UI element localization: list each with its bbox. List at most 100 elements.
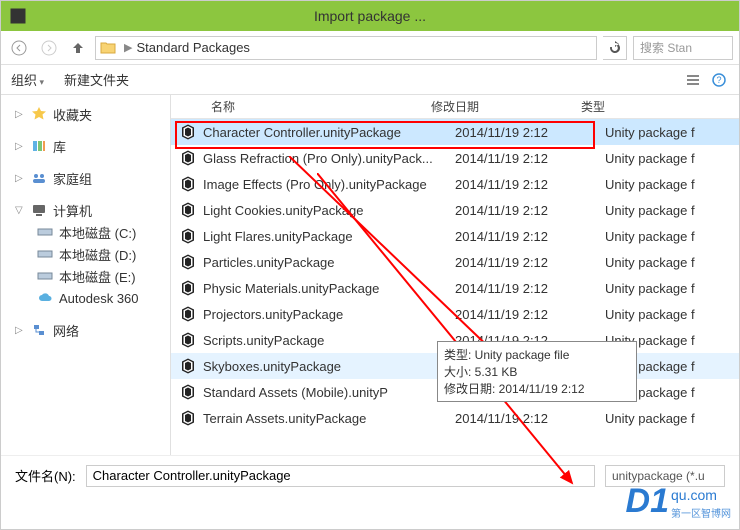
col-type[interactable]: 类型 [581, 98, 739, 115]
unity-package-icon [179, 149, 197, 167]
search-placeholder: 搜索 Stan [640, 39, 692, 56]
filename-label: 文件名(N): [15, 466, 76, 485]
tooltip-line: 修改日期: 2014/11/19 2:12 [444, 380, 630, 397]
unity-package-icon [179, 175, 197, 193]
unity-package-icon [179, 227, 197, 245]
col-name[interactable]: 名称 [171, 98, 431, 115]
new-folder-button[interactable]: 新建文件夹 [64, 70, 129, 89]
drive-label: 本地磁盘 (E:) [59, 267, 136, 286]
drive-icon [37, 268, 53, 284]
file-type: Unity package f [605, 177, 739, 192]
file-row[interactable]: Light Cookies.unityPackage2014/11/19 2:1… [171, 197, 739, 223]
file-row[interactable]: Particles.unityPackage2014/11/19 2:12Uni… [171, 249, 739, 275]
back-button[interactable] [7, 36, 31, 60]
folder-icon [100, 40, 116, 56]
tooltip: 类型: Unity package file 大小: 5.31 KB 修改日期:… [437, 341, 637, 402]
sidebar-favorites[interactable]: ▷ 收藏夹 [1, 103, 170, 125]
filetype-filter[interactable]: unitypackage (*.u [605, 465, 725, 487]
app-icon [9, 7, 27, 25]
file-type: Unity package f [605, 281, 739, 296]
sidebar-drive-c[interactable]: 本地磁盘 (C:) [1, 221, 170, 243]
watermark-cn: 第一区智博网 [671, 505, 731, 520]
drive-label: Autodesk 360 [59, 291, 139, 306]
col-date[interactable]: 修改日期 [431, 98, 581, 115]
refresh-button[interactable] [603, 36, 627, 60]
file-row[interactable]: Image Effects (Pro Only).unityPackage201… [171, 171, 739, 197]
file-row[interactable]: Physic Materials.unityPackage2014/11/19 … [171, 275, 739, 301]
search-input[interactable]: 搜索 Stan [633, 36, 733, 60]
computer-icon [31, 202, 47, 218]
forward-button[interactable] [37, 36, 61, 60]
file-name: Scripts.unityPackage [203, 333, 455, 348]
sidebar-label: 家庭组 [53, 169, 92, 188]
breadcrumb-item[interactable]: Standard Packages [136, 40, 249, 55]
footer: 文件名(N): unitypackage (*.u [1, 455, 739, 495]
window-title: Import package ... [314, 8, 426, 24]
file-row[interactable]: Light Flares.unityPackage2014/11/19 2:12… [171, 223, 739, 249]
chevron-right-icon: ▶ [124, 41, 132, 54]
chevron-icon: ▷ [15, 109, 25, 120]
file-date: 2014/11/19 2:12 [455, 255, 605, 270]
sidebar-drive-d[interactable]: 本地磁盘 (D:) [1, 243, 170, 265]
organize-menu[interactable]: 组织 [11, 70, 44, 89]
file-row[interactable]: Terrain Assets.unityPackage2014/11/19 2:… [171, 405, 739, 431]
file-date: 2014/11/19 2:12 [455, 151, 605, 166]
file-name: Light Cookies.unityPackage [203, 203, 455, 218]
sidebar-homegroup[interactable]: ▷ 家庭组 [1, 167, 170, 189]
sidebar: ▷ 收藏夹 ▷ 库 ▷ 家庭组 [1, 95, 171, 455]
file-type: Unity package f [605, 411, 739, 426]
help-icon[interactable]: ? [709, 72, 729, 88]
sidebar-label: 计算机 [53, 201, 92, 220]
filename-input[interactable] [86, 465, 595, 487]
file-name: Light Flares.unityPackage [203, 229, 455, 244]
chevron-icon: ▷ [15, 141, 25, 152]
sidebar-autodesk360[interactable]: Autodesk 360 [1, 287, 170, 309]
view-options-icon[interactable] [683, 72, 703, 88]
tooltip-line: 类型: Unity package file [444, 346, 630, 363]
up-button[interactable] [67, 37, 89, 59]
file-row[interactable]: Projectors.unityPackage2014/11/19 2:12Un… [171, 301, 739, 327]
file-name: Character Controller.unityPackage [203, 125, 455, 140]
unity-package-icon [179, 253, 197, 271]
filter-text: unitypackage (*.u [612, 469, 705, 483]
file-type: Unity package f [605, 125, 739, 140]
file-date: 2014/11/19 2:12 [455, 281, 605, 296]
unity-package-icon [179, 201, 197, 219]
unity-package-icon [179, 279, 197, 297]
breadcrumb[interactable]: ▶ Standard Packages [95, 36, 597, 60]
file-type: Unity package f [605, 255, 739, 270]
sidebar-drive-e[interactable]: 本地磁盘 (E:) [1, 265, 170, 287]
svg-text:?: ? [716, 75, 721, 85]
sidebar-label: 收藏夹 [53, 105, 92, 124]
file-type: Unity package f [605, 229, 739, 244]
chevron-down-icon: ▽ [15, 205, 25, 216]
toolbar: 组织 新建文件夹 ? [1, 65, 739, 95]
sidebar-label: 库 [53, 137, 66, 156]
drive-label: 本地磁盘 (C:) [59, 223, 136, 242]
sidebar-libraries[interactable]: ▷ 库 [1, 135, 170, 157]
unity-package-icon [179, 383, 197, 401]
cloud-icon [37, 290, 53, 306]
drive-icon [37, 224, 53, 240]
sidebar-label: 网络 [53, 321, 79, 340]
file-name: Glass Refraction (Pro Only).unityPack... [203, 151, 455, 166]
file-row[interactable]: Character Controller.unityPackage2014/11… [171, 119, 739, 145]
unity-package-icon [179, 357, 197, 375]
file-name: Standard Assets (Mobile).unityP [203, 385, 455, 400]
network-icon [31, 322, 47, 338]
file-row[interactable]: Glass Refraction (Pro Only).unityPack...… [171, 145, 739, 171]
tooltip-line: 大小: 5.31 KB [444, 363, 630, 380]
file-date: 2014/11/19 2:12 [455, 203, 605, 218]
sidebar-network[interactable]: ▷ 网络 [1, 319, 170, 341]
unity-package-icon [179, 305, 197, 323]
file-date: 2014/11/19 2:12 [455, 177, 605, 192]
file-name: Terrain Assets.unityPackage [203, 411, 455, 426]
sidebar-computer[interactable]: ▽ 计算机 [1, 199, 170, 221]
chevron-icon: ▷ [15, 173, 25, 184]
column-headers[interactable]: 名称 修改日期 类型 [171, 95, 739, 119]
file-name: Image Effects (Pro Only).unityPackage [203, 177, 455, 192]
unity-package-icon [179, 331, 197, 349]
chevron-icon: ▷ [15, 325, 25, 336]
drive-label: 本地磁盘 (D:) [59, 245, 136, 264]
star-icon [31, 106, 47, 122]
